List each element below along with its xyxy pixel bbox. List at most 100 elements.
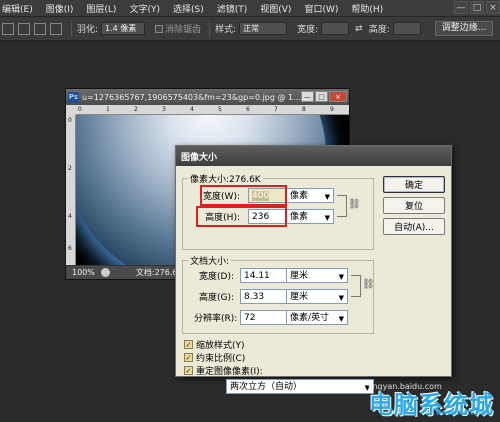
menu-image[interactable]: 图像(I): [46, 2, 74, 15]
ruler-tick-label: 8: [302, 106, 306, 113]
status-icon[interactable]: [100, 268, 110, 277]
add-selection-icon[interactable]: [18, 22, 30, 35]
menu-view[interactable]: 视图(V): [260, 2, 291, 15]
ruler-tick-label: 0: [68, 117, 72, 124]
ruler-horizontal[interactable]: 0 1 2 3 4 5 6 7 8 9: [76, 105, 349, 115]
menu-edit[interactable]: 编辑(E): [2, 2, 33, 15]
dropdown-arrow-icon: ▼: [324, 193, 330, 201]
app-window-controls: — □ ×: [452, 1, 500, 14]
doc-width-row: 宽度(D): 14.11: [194, 268, 288, 283]
doc-height-input[interactable]: 8.33: [240, 289, 288, 304]
menu-help[interactable]: 帮助(H): [351, 2, 383, 15]
new-selection-icon[interactable]: [2, 22, 14, 35]
baidu-watermark: jingyan.baidu.com: [368, 382, 442, 391]
subtract-selection-icon[interactable]: [34, 22, 46, 35]
style-label: 样式:: [215, 25, 237, 35]
dropdown-arrow-icon: ▼: [338, 273, 344, 281]
divider: [209, 20, 211, 37]
resample-method-select[interactable]: 两次立方（自动） ▼: [226, 379, 374, 394]
menu-select[interactable]: 选择(S): [173, 2, 204, 15]
ruler-vertical[interactable]: 0 2 4 6: [66, 115, 76, 265]
antialias-label: 消除锯齿: [165, 25, 202, 35]
intersect-selection-icon[interactable]: [50, 22, 62, 35]
doc-maximize-button[interactable]: □: [315, 91, 328, 102]
ruler-corner[interactable]: [66, 105, 76, 115]
divider: [71, 20, 72, 37]
height-label: 高度:: [368, 25, 390, 35]
pixel-height-unit: 像素: [290, 212, 309, 222]
document-title-bar[interactable]: Ps u=1276365767,1906575403&fm=23&gp=0.jp…: [66, 89, 349, 105]
refine-edge-button[interactable]: 调整边缘...: [434, 21, 494, 36]
doc-width-input[interactable]: 14.11: [240, 268, 288, 283]
resolution-unit-select[interactable]: 像素/英寸 ▼: [286, 310, 348, 325]
highlight-box-width: [200, 185, 287, 206]
ruler-tick-label: 1: [106, 106, 110, 113]
document-window-controls: — □ ×: [300, 91, 347, 102]
ruler-tick-label: 7: [274, 106, 278, 113]
dropdown-arrow-icon: ▼: [338, 315, 344, 323]
menu-window[interactable]: 窗口(W): [304, 2, 338, 15]
chain-link-icon: ⛓: [348, 199, 361, 210]
style-select[interactable]: 正常: [239, 22, 288, 35]
menu-filter[interactable]: 滤镜(T): [217, 2, 248, 15]
ruler-tick-label: 2: [68, 165, 72, 172]
doc-close-button[interactable]: ×: [329, 91, 347, 102]
chain-link-icon: ⛓: [362, 279, 375, 290]
pixel-height-unit-select[interactable]: 像素 ▼: [286, 209, 334, 224]
photoshop-icon: Ps: [68, 91, 79, 103]
resample-row: ✓ 重定图像像素(I):: [184, 364, 263, 377]
highlight-box-height: [196, 206, 287, 227]
constrain-checkbox[interactable]: ✓: [184, 353, 193, 362]
pixel-dimensions-label: 像素大小:276.6K: [188, 172, 263, 185]
doc-height-row: 高度(G): 8.33: [194, 289, 288, 304]
ruler-tick-label: 3: [162, 106, 166, 113]
scale-styles-checkbox[interactable]: ✓: [184, 340, 193, 349]
doc-height-unit: 厘米: [290, 292, 309, 302]
document-title: u=1276365767,1906575403&fm=23&gp=0.jpg @…: [82, 92, 301, 102]
zoom-level[interactable]: 100%: [72, 268, 95, 277]
ruler-tick-label: 2: [134, 106, 138, 113]
ok-button[interactable]: 确定: [383, 176, 445, 193]
document-size-info: 文档:276.6: [135, 268, 178, 277]
resample-checkbox[interactable]: ✓: [184, 366, 193, 375]
pixel-link-bracket: [337, 195, 347, 217]
height-input[interactable]: [392, 22, 421, 35]
resolution-label: 分辨率(R):: [194, 314, 238, 324]
resolution-row: 分辨率(R): 72: [194, 310, 288, 325]
document-size-label: 文档大小:: [188, 254, 232, 267]
doc-minimize-button[interactable]: —: [301, 91, 314, 102]
constrain-row: ✓ 约束比例(C): [184, 351, 245, 364]
ruler-tick-label: 5: [218, 106, 222, 113]
dropdown-arrow-icon: ▼: [324, 214, 330, 222]
resolution-input[interactable]: 72: [240, 310, 288, 325]
watermark-sub-text: www.dnxtc.net: [435, 409, 488, 417]
menu-bar: 编辑(E) 图像(I) 图层(L) 文字(Y) 选择(S) 滤镜(T) 视图(V…: [0, 0, 500, 17]
doc-height-unit-select[interactable]: 厘米 ▼: [286, 289, 348, 304]
dialog-title[interactable]: 图像大小: [176, 146, 451, 166]
swap-icon[interactable]: ⇄: [355, 24, 363, 34]
feather-input[interactable]: 1.4 像素: [101, 22, 146, 35]
auto-button[interactable]: 自动(A)...: [383, 218, 445, 235]
scale-styles-label: 缩放样式(Y): [196, 341, 245, 351]
doc-link-bracket: [351, 275, 361, 297]
resolution-unit: 像素/英寸: [290, 313, 330, 323]
menu-layer[interactable]: 图层(L): [86, 2, 116, 15]
reset-button[interactable]: 复位: [383, 197, 445, 214]
close-button[interactable]: ×: [486, 1, 500, 14]
maximize-button[interactable]: □: [470, 1, 484, 14]
width-input[interactable]: [321, 22, 350, 35]
ruler-tick-label: 4: [190, 106, 194, 113]
constrain-label: 约束比例(C): [196, 354, 246, 364]
pixel-width-unit-select[interactable]: 像素 ▼: [286, 188, 334, 203]
antialias-checkbox[interactable]: [155, 24, 164, 33]
pixel-width-unit: 像素: [290, 191, 309, 201]
ruler-tick-label: 0: [78, 106, 82, 113]
feather-label: 羽化:: [77, 25, 99, 35]
menu-type[interactable]: 文字(Y): [129, 2, 160, 15]
resample-method-value: 两次立方（自动）: [230, 382, 303, 392]
image-size-dialog: 图像大小 像素大小:276.6K 宽度(W): 400 像素 ▼ 高度(H): 2…: [175, 145, 452, 394]
width-label: 宽度:: [297, 25, 319, 35]
doc-width-unit-select[interactable]: 厘米 ▼: [286, 268, 348, 283]
ruler-tick-label: 6: [68, 245, 72, 252]
minimize-button[interactable]: —: [454, 1, 468, 14]
